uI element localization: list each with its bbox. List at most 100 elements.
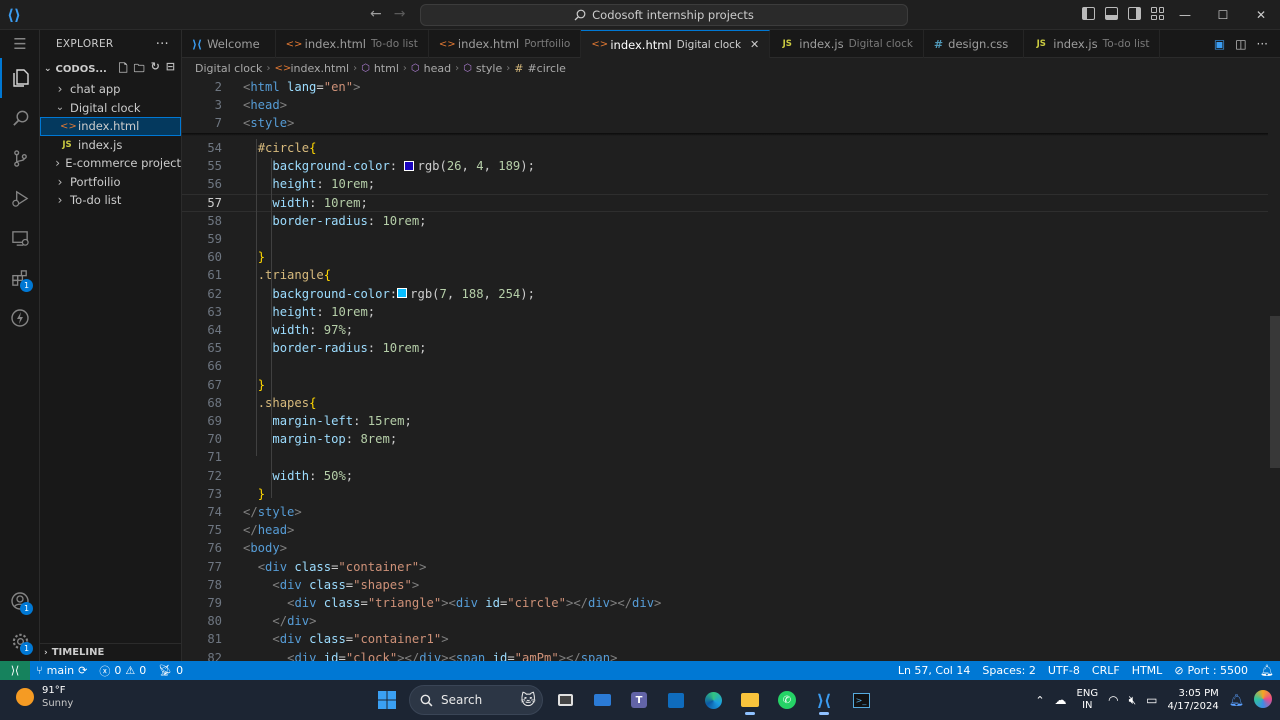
code-line[interactable]: 81 <div class="container1">	[182, 630, 1268, 648]
sticky-scroll-line[interactable]: 3 <head>	[182, 96, 1268, 115]
tab-Welcome[interactable]: ⟩⟨ Welcome	[182, 30, 276, 58]
weather-widget[interactable]: 91°F Sunny	[16, 684, 73, 710]
code-line[interactable]: 74 </style>	[182, 503, 1268, 521]
code-line[interactable]: 73}	[182, 485, 1268, 503]
edge-icon[interactable]	[698, 684, 728, 716]
menu-icon[interactable]: ☰	[0, 30, 40, 58]
whatsapp-icon[interactable]: ✆	[772, 684, 802, 716]
explorer-icon[interactable]	[0, 58, 40, 98]
close-window-button[interactable]: ✕	[1242, 0, 1280, 30]
tree-item-digital-clock[interactable]: ⌄ Digital clock	[40, 99, 181, 118]
vscode-logo-icon[interactable]: ⟨⟩	[0, 0, 28, 30]
onedrive-icon[interactable]: ☁	[1055, 693, 1067, 707]
task-view-icon[interactable]	[550, 684, 580, 716]
language-mode[interactable]: HTML	[1126, 664, 1169, 677]
sticky-scroll-line[interactable]: 7 <style>	[182, 114, 1268, 133]
encoding[interactable]: UTF-8	[1042, 664, 1086, 677]
indentation[interactable]: Spaces: 2	[976, 664, 1041, 677]
editor-scrollbar[interactable]	[1268, 78, 1280, 661]
wifi-icon[interactable]: ◠	[1108, 693, 1118, 707]
code-line[interactable]: 63 height: 10rem;	[182, 303, 1268, 321]
breadcrumb-item[interactable]: html	[374, 62, 399, 75]
code-line[interactable]: 79 <div class="triangle"><div id="circle"…	[182, 594, 1268, 612]
vscode-taskbar-icon[interactable]: ⟩⟨	[809, 684, 839, 716]
more-actions-icon[interactable]: ···	[1257, 37, 1268, 51]
code-line[interactable]: 57 width: 10rem;	[182, 193, 1268, 212]
tab-index-html-portfoilio[interactable]: <> index.html Portfoilio	[429, 30, 582, 58]
toggle-panel-icon[interactable]	[1105, 7, 1118, 20]
line-ending[interactable]: CRLF	[1086, 664, 1126, 677]
code-line[interactable]: 61 .triangle{	[182, 266, 1268, 284]
teams-icon[interactable]: T	[624, 684, 654, 716]
thunder-client-icon[interactable]	[0, 298, 40, 338]
live-server-port[interactable]: ⊘ Port : 5500	[1168, 664, 1254, 677]
new-file-icon[interactable]: 🗋	[119, 60, 128, 79]
tree-item-to-do-list[interactable]: › To-do list	[40, 191, 181, 210]
tree-item-index-html[interactable]: <> index.html	[40, 117, 181, 136]
breadcrumb-item[interactable]: head	[424, 62, 451, 75]
breadcrumb-item[interactable]: style	[476, 62, 502, 75]
code-line[interactable]: 69 margin-left: 15rem;	[182, 412, 1268, 430]
code-line[interactable]: 78 <div class="shapes">	[182, 576, 1268, 594]
code-editor[interactable]: 54 #circle{55 background-color: rgb(26, 4,…	[182, 78, 1280, 661]
source-control-icon[interactable]	[0, 138, 40, 178]
back-arrow-icon[interactable]: ←	[370, 6, 382, 22]
tree-item-chat-app[interactable]: › chat app	[40, 80, 181, 99]
windows-start-icon[interactable]	[372, 684, 402, 716]
ports-indicator[interactable]: 📡︎ 0	[152, 664, 189, 677]
store-icon[interactable]	[661, 684, 691, 716]
code-line[interactable]: 59	[182, 230, 1268, 248]
workspace-folder[interactable]: ⌄ CODOS... 🗋 🗀 ↻ ⊟	[40, 58, 181, 80]
taskbar-clock[interactable]: 3:05 PM 4/17/2024	[1167, 687, 1218, 713]
tree-item-portfoilio[interactable]: › Portfoilio	[40, 173, 181, 192]
maximize-button[interactable]: ☐	[1204, 0, 1242, 30]
minimize-button[interactable]: —	[1166, 0, 1204, 30]
code-line[interactable]: 62 background-color: rgb(7, 188, 254);	[182, 285, 1268, 303]
mail-icon[interactable]	[587, 684, 617, 716]
tree-item-e-commerce-project[interactable]: › E-commerce project	[40, 154, 181, 173]
code-line[interactable]: 58 border-radius: 10rem;	[182, 212, 1268, 230]
code-line[interactable]: 67}	[182, 376, 1268, 394]
extensions-icon[interactable]: 1	[0, 258, 40, 298]
tab-index-html-to-do-list[interactable]: <> index.html To-do list	[276, 30, 429, 58]
code-line[interactable]: 75 </head>	[182, 521, 1268, 539]
code-line[interactable]: 76 <body>	[182, 539, 1268, 557]
command-center-search[interactable]: Codosoft internship projects	[420, 4, 908, 26]
taskbar-search[interactable]: Search 🐱	[409, 685, 543, 715]
code-line[interactable]: 68 .shapes{	[182, 394, 1268, 412]
tree-item-index-js[interactable]: JS index.js	[40, 136, 181, 155]
collapse-all-icon[interactable]: ⊟	[166, 60, 175, 79]
code-line[interactable]: 56 height: 10rem;	[182, 175, 1268, 193]
breadcrumb-item[interactable]: Digital clock	[195, 62, 262, 75]
language-indicator[interactable]: ENG IN	[1077, 688, 1099, 712]
cursor-position[interactable]: Ln 57, Col 14	[892, 664, 977, 677]
close-tab-icon[interactable]: ✕	[750, 38, 759, 51]
code-line[interactable]: 82 <div id="clock"></div><span id="amPm">…	[182, 649, 1268, 661]
code-line[interactable]: 77 <div class="container">	[182, 558, 1268, 576]
run-debug-icon[interactable]	[0, 178, 40, 218]
code-line[interactable]: 72 width: 50%;	[182, 467, 1268, 485]
terminal-app-icon[interactable]: >_	[846, 684, 876, 716]
customize-layout-icon[interactable]	[1151, 7, 1164, 20]
volume-muted-icon[interactable]: 🔇︎	[1129, 693, 1137, 708]
forward-arrow-icon[interactable]: →	[394, 6, 406, 22]
tab-index-js-to-do-list[interactable]: JS index.js To-do list	[1024, 30, 1161, 58]
refresh-icon[interactable]: ↻	[151, 60, 160, 79]
code-line[interactable]: 54 #circle{	[182, 139, 1268, 157]
toggle-secondary-sidebar-icon[interactable]	[1128, 7, 1141, 20]
breadcrumb-item[interactable]: #circle	[527, 62, 565, 75]
breadcrumb-item[interactable]: index.html	[290, 62, 349, 75]
color-swatch-icon[interactable]	[404, 160, 415, 171]
accounts-icon[interactable]: 1	[0, 581, 40, 621]
new-folder-icon[interactable]: 🗀	[134, 60, 145, 79]
show-hidden-icons-icon[interactable]: ⌃	[1035, 694, 1044, 707]
scrollbar-thumb[interactable]	[1270, 316, 1280, 468]
code-line[interactable]: 80 </div>	[182, 612, 1268, 630]
search-icon[interactable]	[0, 98, 40, 138]
copilot-icon[interactable]	[1254, 689, 1272, 711]
code-line[interactable]: 55 background-color: rgb(26, 4, 189);	[182, 157, 1268, 175]
tab-design-css[interactable]: # design.css	[924, 30, 1025, 58]
code-line[interactable]: 65 border-radius: 10rem;	[182, 339, 1268, 357]
battery-icon[interactable]: ▭	[1146, 693, 1157, 707]
branch-indicator[interactable]: ⑂ main ⟳	[30, 664, 93, 677]
